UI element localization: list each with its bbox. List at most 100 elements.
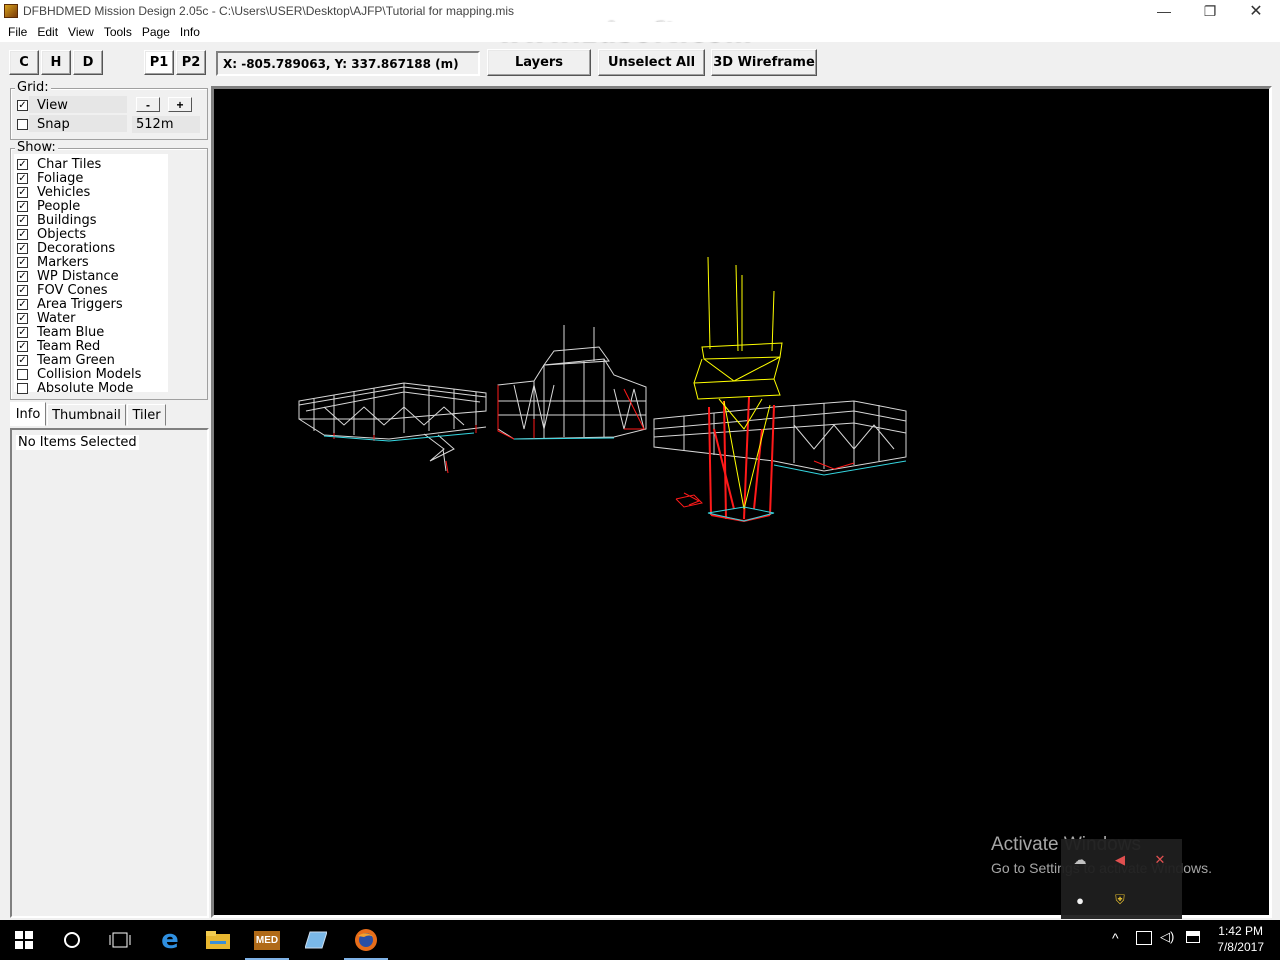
speaker-muted-icon[interactable]: ◀ <box>1111 851 1129 869</box>
file-explorer-button[interactable] <box>194 920 242 960</box>
med-app-button[interactable]: MED <box>243 920 291 960</box>
show-option-13[interactable]: ✓ Team Red <box>17 339 100 354</box>
show-option-1[interactable]: ✓ Foliage <box>17 171 83 186</box>
menu-edit[interactable]: Edit <box>32 25 63 39</box>
show-option-checkbox[interactable]: ✓ <box>17 214 28 226</box>
start-button[interactable] <box>0 920 48 960</box>
minimize-button[interactable]: — <box>1141 0 1187 22</box>
show-option-checkbox[interactable] <box>17 382 28 394</box>
taskbar: e MED ^ ◁) 1:42 PM 7/8/2017 <box>0 920 1280 960</box>
show-option-checkbox[interactable]: ✓ <box>17 172 28 184</box>
show-option-checkbox[interactable]: ✓ <box>17 158 28 170</box>
show-option-checkbox[interactable]: ✓ <box>17 298 28 310</box>
menu-info[interactable]: Info <box>175 25 205 39</box>
clock[interactable]: 1:42 PM 7/8/2017 <box>1217 923 1264 955</box>
menu-bar: File Edit View Tools Page Info <box>0 22 1280 42</box>
show-option-label: Team Blue <box>37 324 105 340</box>
volume-icon[interactable]: ◁) <box>1160 929 1174 945</box>
show-option-10[interactable]: ✓ Area Triggers <box>17 297 123 312</box>
show-option-checkbox[interactable] <box>17 368 28 380</box>
folder-icon <box>206 931 230 949</box>
close-button[interactable]: ✕ <box>1233 0 1279 22</box>
app-button-blue[interactable] <box>292 920 340 960</box>
wireframe-building-right <box>653 400 907 472</box>
tab-thumbnail[interactable]: Thumbnail <box>47 404 126 426</box>
3d-wireframe-button[interactable]: 3D Wireframe <box>711 49 817 76</box>
grid-snap-label: Snap <box>37 116 70 132</box>
show-option-label: Buildings <box>37 212 97 228</box>
p1-button[interactable]: P1 <box>144 50 174 75</box>
show-option-3[interactable]: ✓ People <box>17 198 81 214</box>
show-option-checkbox[interactable]: ✓ <box>17 326 28 338</box>
show-option-0[interactable]: ✓ Char Tiles <box>17 157 101 172</box>
show-option-6[interactable]: ✓ Decorations <box>17 240 116 256</box>
snap-check-box[interactable] <box>17 118 28 130</box>
layers-button[interactable]: Layers <box>487 49 591 76</box>
tab-tiler[interactable]: Tiler <box>127 404 166 426</box>
grid-view-checkbox[interactable]: ✓ View <box>17 98 68 113</box>
show-option-label: Vehicles <box>37 184 91 200</box>
show-option-checkbox[interactable]: ✓ <box>17 200 28 212</box>
grid-snap-checkbox[interactable]: Snap <box>17 116 70 132</box>
show-option-checkbox[interactable]: ✓ <box>17 354 28 366</box>
firefox-icon <box>355 929 377 951</box>
grid-size-value[interactable]: 512m <box>132 116 200 133</box>
show-option-checkbox[interactable]: ✓ <box>17 256 28 268</box>
grid-plus-button[interactable]: + <box>168 97 192 112</box>
window-title: DFBHDMED Mission Design 2.05c - C:\Users… <box>23 4 515 18</box>
task-view-button[interactable] <box>96 920 144 960</box>
record-icon[interactable]: ● <box>1071 891 1089 909</box>
show-option-15[interactable]: Collision Models <box>17 367 141 382</box>
firefox-button[interactable] <box>342 920 390 960</box>
shield-icon[interactable]: ⛨ <box>1111 891 1129 909</box>
wireframe-tower <box>693 256 783 523</box>
search-button[interactable] <box>48 920 96 960</box>
grid-label: Grid: <box>15 80 51 95</box>
show-option-9[interactable]: ✓ FOV Cones <box>17 283 108 298</box>
show-option-4[interactable]: ✓ Buildings <box>17 212 97 228</box>
view-check-box[interactable]: ✓ <box>17 99 28 111</box>
network-icon[interactable] <box>1136 931 1152 945</box>
p2-button[interactable]: P2 <box>176 50 206 75</box>
edge-browser-button[interactable]: e <box>146 920 194 960</box>
show-option-5[interactable]: ✓ Objects <box>17 227 86 242</box>
show-list: ✓ Char Tiles ✓ Foliage ✓ Vehicles ✓ People ✓ Buil… <box>14 154 168 396</box>
action-center-icon[interactable] <box>1186 931 1200 943</box>
no-items-selected-text: No Items Selected <box>16 435 139 450</box>
network-warning-icon[interactable]: ✕ <box>1151 851 1169 869</box>
menu-tools[interactable]: Tools <box>99 25 137 39</box>
show-option-label: WP Distance <box>37 268 119 284</box>
show-option-checkbox[interactable]: ✓ <box>17 340 28 352</box>
show-option-checkbox[interactable]: ✓ <box>17 284 28 296</box>
show-option-checkbox[interactable]: ✓ <box>17 270 28 282</box>
cloud-icon[interactable]: ☁ <box>1071 851 1089 869</box>
menu-file[interactable]: File <box>3 25 32 39</box>
show-option-label: People <box>37 198 81 214</box>
show-option-7[interactable]: ✓ Markers <box>17 255 89 270</box>
maximize-button[interactable]: ❐ <box>1187 0 1233 22</box>
show-option-label: Decorations <box>37 240 116 256</box>
task-view-icon <box>109 932 131 948</box>
show-option-14[interactable]: ✓ Team Green <box>17 353 115 368</box>
show-option-16[interactable]: Absolute Mode <box>17 381 133 396</box>
tab-info[interactable]: Info <box>10 402 46 426</box>
show-option-checkbox[interactable]: ✓ <box>17 228 28 240</box>
show-option-2[interactable]: ✓ Vehicles <box>17 184 91 200</box>
show-option-checkbox[interactable]: ✓ <box>17 186 28 198</box>
c-button[interactable]: C <box>9 50 39 75</box>
menu-page[interactable]: Page <box>137 25 175 39</box>
menu-view[interactable]: View <box>63 25 99 39</box>
app-icon <box>4 4 18 18</box>
show-hidden-icons-chevron-icon[interactable]: ^ <box>1112 930 1119 946</box>
show-option-checkbox[interactable]: ✓ <box>17 242 28 254</box>
show-option-8[interactable]: ✓ WP Distance <box>17 268 119 284</box>
unselect-all-button[interactable]: Unselect All <box>598 49 705 76</box>
clock-date: 7/8/2017 <box>1217 940 1264 954</box>
d-button[interactable]: D <box>73 50 103 75</box>
3d-viewport[interactable] <box>211 86 1272 918</box>
grid-minus-button[interactable]: - <box>136 97 160 112</box>
show-option-11[interactable]: ✓ Water <box>17 311 75 326</box>
show-option-checkbox[interactable]: ✓ <box>17 312 28 324</box>
h-button[interactable]: H <box>41 50 71 75</box>
show-option-12[interactable]: ✓ Team Blue <box>17 324 105 340</box>
